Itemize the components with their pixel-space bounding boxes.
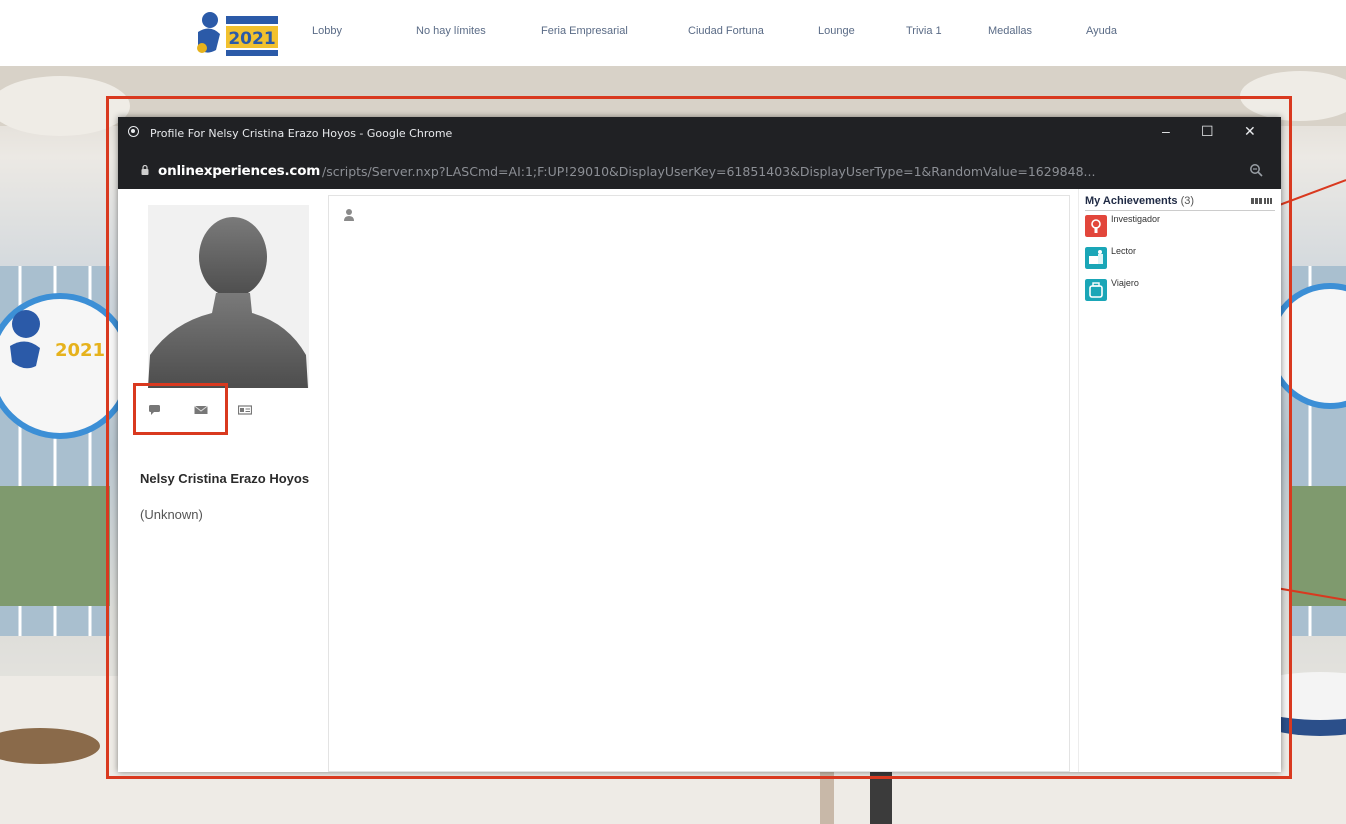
nav-item-lounge[interactable]: Lounge: [818, 25, 855, 37]
nav-item-ciudad-fortuna[interactable]: Ciudad Fortuna: [688, 25, 764, 37]
researcher-badge-icon: [1085, 215, 1107, 237]
event-logo[interactable]: 2021: [188, 10, 282, 62]
reader-badge-icon: [1085, 247, 1107, 269]
achievement-item[interactable]: Investigador: [1085, 214, 1275, 237]
nav-item-feria-empresarial[interactable]: Feria Empresarial: [541, 25, 628, 37]
achievements-title: My Achievements (3): [1085, 195, 1194, 207]
achievement-label: Investigador: [1111, 214, 1161, 224]
site-navbar: 2021 Lobby No hay límites Feria Empresar…: [0, 0, 1346, 66]
profile-sidebar: Nelsy Cristina Erazo Hoyos (Unknown): [118, 189, 328, 772]
lock-icon: [141, 165, 149, 175]
achievement-label: Lector: [1111, 246, 1137, 256]
profile-name: Nelsy Cristina Erazo Hoyos: [140, 471, 310, 486]
nav-item-no-hay-limites[interactable]: No hay límites: [416, 25, 486, 37]
achievements-panel: My Achievements (3) Investigador Lector …: [1078, 189, 1279, 772]
chat-icon[interactable]: [148, 404, 162, 416]
achievements-header: My Achievements (3): [1085, 195, 1275, 211]
url-path: /scripts/Server.nxp?LASCmd=AI:1;F:UP!290…: [322, 164, 1096, 179]
traveler-badge-icon: [1085, 279, 1107, 301]
profile-main-panel: [328, 195, 1070, 772]
business-card-icon[interactable]: [238, 404, 252, 416]
close-button[interactable]: ✕: [1244, 123, 1256, 140]
minimize-button[interactable]: –: [1162, 123, 1170, 139]
url-host: onlinexperiences.com: [158, 163, 321, 179]
achievement-label: Viajero: [1111, 278, 1139, 288]
nav-item-medallas[interactable]: Medallas: [988, 25, 1032, 37]
profile-popup-window: Profile For Nelsy Cristina Erazo Hoyos -…: [118, 117, 1281, 772]
person-icon: [344, 209, 354, 221]
logo-year: 2021: [228, 29, 275, 49]
zoom-icon[interactable]: [1249, 163, 1263, 177]
avatar: [148, 205, 309, 388]
nav-item-lobby[interactable]: Lobby: [312, 25, 342, 37]
chrome-icon: [128, 126, 139, 137]
profile-status: (Unknown): [140, 507, 203, 522]
window-title: Profile For Nelsy Cristina Erazo Hoyos -…: [150, 127, 453, 140]
grid-view-icon[interactable]: [1251, 197, 1273, 205]
address-bar[interactable]: onlinexperiences.com /scripts/Server.nxp…: [118, 155, 1281, 185]
achievement-item[interactable]: Viajero: [1085, 278, 1275, 301]
maximize-button[interactable]: ☐: [1201, 123, 1214, 140]
nav-item-ayuda[interactable]: Ayuda: [1086, 25, 1117, 37]
window-titlebar[interactable]: Profile For Nelsy Cristina Erazo Hoyos -…: [118, 117, 1281, 189]
achievements-count: (3): [1180, 195, 1195, 207]
achievements-title-text: My Achievements: [1085, 195, 1178, 207]
default-avatar-icon: [148, 217, 308, 388]
profile-content: Nelsy Cristina Erazo Hoyos (Unknown) My …: [118, 189, 1281, 772]
nav-item-trivia[interactable]: Trivia 1: [906, 25, 942, 37]
svg-text:2021: 2021: [55, 340, 105, 361]
mail-icon[interactable]: [194, 404, 208, 416]
achievement-item[interactable]: Lector: [1085, 246, 1275, 269]
